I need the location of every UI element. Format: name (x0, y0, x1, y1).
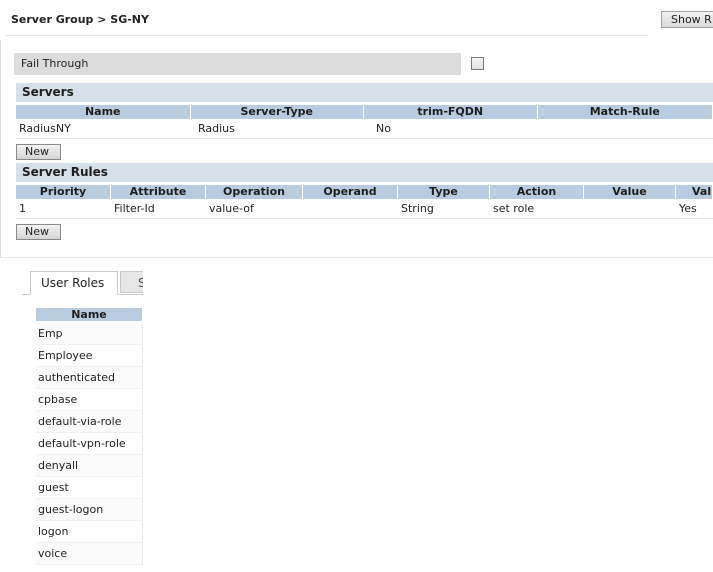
rule-attribute-cell: Filter-Id (114, 202, 155, 215)
servers-col-match-rule[interactable]: Match-Rule (538, 105, 713, 119)
panel-border-left (0, 40, 1, 258)
list-item[interactable]: cpbase (36, 389, 143, 411)
list-item[interactable]: Employee (36, 345, 143, 367)
rules-col-operand[interactable]: Operand (303, 185, 398, 199)
list-item[interactable]: default-via-role (36, 411, 143, 433)
list-item[interactable]: Emp (36, 323, 143, 345)
servers-col-server-type[interactable]: Server-Type (191, 105, 365, 119)
show-button[interactable]: Show R (661, 11, 713, 28)
servers-section-title: Servers (16, 83, 713, 102)
list-item[interactable]: authenticated (36, 367, 143, 389)
list-item[interactable]: guest-logon (36, 499, 143, 521)
servers-table-header: Name Server-Type trim-FQDN Match-Rule (16, 104, 713, 119)
rules-col-action[interactable]: Action (490, 185, 584, 199)
roles-col-name[interactable]: Name (36, 308, 143, 322)
rules-col-priority[interactable]: Priority (16, 185, 111, 199)
server-match-rule-cell (551, 120, 713, 138)
rules-col-attribute[interactable]: Attribute (111, 185, 206, 199)
rule-value-cell (584, 200, 676, 218)
fail-through-checkbox[interactable] (471, 57, 484, 70)
tab-user-roles[interactable]: User Roles (30, 271, 118, 295)
list-item[interactable]: default-vpn-role (36, 433, 143, 455)
rule-type-cell: String (401, 202, 434, 215)
server-type-cell: Radius (198, 122, 235, 135)
user-roles-list: Emp Employee authenticated cpbase defaul… (36, 323, 143, 565)
role-tab-strip: User Roles S (22, 271, 143, 295)
rule-operation-cell: value-of (209, 202, 254, 215)
servers-col-trim-fqdn[interactable]: trim-FQDN (364, 105, 538, 119)
table-row[interactable]: RadiusNY Radius No (16, 120, 713, 139)
new-rule-button[interactable]: New (16, 224, 61, 240)
header-divider (6, 35, 648, 36)
rule-priority-cell: 1 (19, 202, 26, 215)
server-name-cell: RadiusNY (19, 122, 71, 135)
rules-col-val[interactable]: Val (676, 185, 713, 199)
rules-col-value[interactable]: Value (584, 185, 676, 199)
server-group-page: Server Group > SG-NY Show R Fail Through… (0, 0, 713, 572)
rule-val-cell: Yes (679, 202, 697, 215)
server-trim-fqdn-cell: No (376, 122, 391, 135)
list-item[interactable]: voice (36, 543, 143, 565)
servers-col-name[interactable]: Name (16, 105, 191, 119)
fail-through-label: Fail Through (14, 53, 461, 75)
rule-action-cell: set role (493, 202, 535, 215)
rules-col-operation[interactable]: Operation (206, 185, 303, 199)
new-server-button[interactable]: New (16, 144, 61, 160)
panel-border-bottom (0, 257, 713, 258)
rules-col-type[interactable]: Type (398, 185, 490, 199)
server-rules-section-title: Server Rules (16, 163, 713, 182)
server-rules-table-header: Priority Attribute Operation Operand Typ… (16, 184, 713, 199)
list-item[interactable]: guest (36, 477, 143, 499)
list-item[interactable]: logon (36, 521, 143, 543)
list-item[interactable]: denyall (36, 455, 143, 477)
table-row[interactable]: 1 Filter-Id value-of String set role Yes (16, 200, 713, 219)
tab-next[interactable]: S (120, 271, 143, 293)
rule-operand-cell (303, 200, 398, 218)
page-title: Server Group > SG-NY (11, 13, 149, 26)
